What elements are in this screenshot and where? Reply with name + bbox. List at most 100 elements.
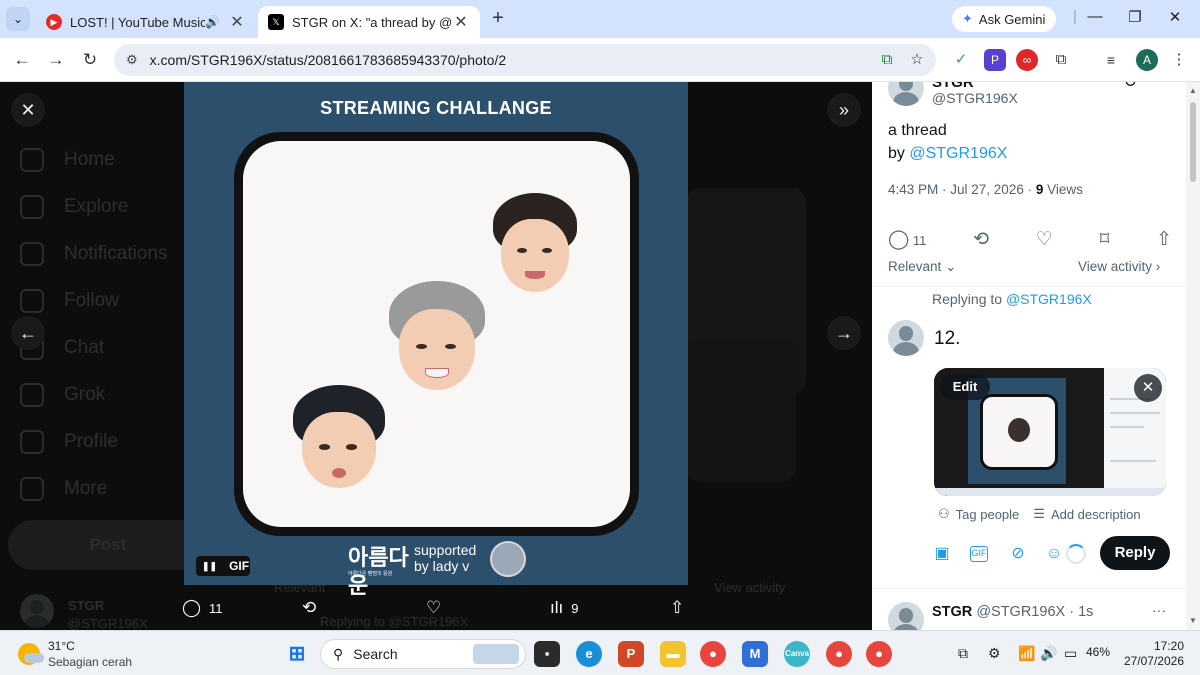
ask-gemini-button[interactable]: ✦ Ask Gemini — [952, 6, 1056, 32]
person-icon: ⚇ — [938, 506, 950, 521]
reply-author-avatar[interactable] — [888, 602, 924, 630]
viewer-repost-button[interactable]: ⟲ — [302, 598, 324, 618]
tray-settings-icon[interactable]: ⚙ — [988, 645, 1001, 662]
app-m-icon[interactable]: M — [742, 641, 768, 667]
canva-icon[interactable]: Canva — [784, 641, 810, 667]
heart-icon[interactable]: ♡ — [1036, 228, 1053, 251]
image-icon[interactable]: ▣ — [932, 544, 952, 564]
tray-app-icon[interactable]: ⧉ — [958, 645, 968, 662]
supported-by-text: supported by lady v — [414, 542, 477, 574]
reload-icon[interactable]: ↻ — [78, 48, 102, 72]
add-description-button[interactable]: Add description — [1051, 507, 1141, 522]
reply-composer-text[interactable]: 12. — [934, 328, 960, 350]
close-viewer-icon[interactable]: ✕ — [11, 93, 45, 127]
tab-x-thread[interactable]: 𝕏 STGR on X: "a thread by @STGR ✕ — [258, 6, 480, 38]
speaker-icon[interactable]: 🔊 — [205, 15, 220, 29]
edit-image-button[interactable]: Edit — [940, 374, 990, 400]
reply-author-handle[interactable]: @STGR196X — [976, 604, 1065, 620]
gif-badge[interactable]: ❚❚ GIF — [196, 556, 250, 576]
emoji-icon[interactable]: ☺ — [1044, 544, 1064, 564]
extension-p-icon[interactable]: P — [984, 49, 1006, 71]
viewer-share-button[interactable]: ⇧ — [670, 598, 692, 618]
share-icon[interactable]: ⇧ — [1156, 228, 1172, 251]
previous-photo-icon[interactable]: ← — [11, 316, 45, 350]
windows-start-icon[interactable]: ⊞ — [284, 641, 310, 667]
viewer-like-button[interactable]: ♡ — [426, 598, 449, 618]
weather-desc[interactable]: Sebagian cerah — [48, 655, 132, 669]
site-settings-icon[interactable]: ⚙ — [126, 52, 138, 68]
wifi-icon[interactable]: 📶 — [1018, 645, 1035, 662]
tab-youtube-music[interactable]: ▶ LOST! | YouTube Music 🔊 ✕ — [36, 6, 256, 38]
scroll-up-icon[interactable]: ▲ — [1189, 86, 1197, 95]
character-count-ring — [1066, 544, 1086, 564]
pause-icon[interactable]: ❚❚ — [202, 561, 217, 572]
close-tab-icon[interactable]: ✕ — [452, 12, 470, 32]
powerpoint-icon[interactable]: P — [618, 641, 644, 667]
volume-icon[interactable]: 🔊 — [1040, 645, 1057, 662]
reply-time[interactable]: · 1s — [1069, 604, 1093, 620]
post-image[interactable]: STREAMING CHALLANGE ❚❚ GIF 아름다운 아름다운 팬덤의… — [184, 82, 688, 598]
x-logo-icon: 𝕏 — [268, 14, 284, 30]
install-app-icon[interactable]: ⧉ — [876, 50, 898, 70]
bookmark-icon[interactable]: ⌑ — [1100, 228, 1110, 251]
viewer-views-button[interactable]: ılı 9 — [550, 598, 578, 618]
close-window-icon[interactable]: ✕ — [1160, 8, 1190, 30]
restore-icon[interactable]: ❐ — [1120, 8, 1150, 30]
bookmark-star-icon[interactable]: ☆ — [906, 50, 928, 70]
scrollbar-thumb[interactable] — [1190, 102, 1196, 182]
mention-link[interactable]: @STGR196X — [909, 145, 1007, 162]
author-handle[interactable]: @STGR196X — [932, 90, 1018, 106]
browser-menu-icon[interactable]: ⋮ — [1168, 49, 1190, 71]
weather-temp[interactable]: 31°C — [48, 639, 75, 653]
my-avatar[interactable] — [888, 320, 924, 356]
reading-list-icon[interactable]: ≡ — [1100, 49, 1122, 71]
back-icon[interactable]: ← — [10, 48, 34, 72]
attached-image[interactable]: Edit ✕ — [934, 368, 1166, 496]
chrome-icon[interactable]: ● — [700, 641, 726, 667]
close-tab-icon[interactable]: ✕ — [228, 12, 246, 32]
tab-search-chevron-icon[interactable]: ⌄ — [6, 7, 30, 31]
author-avatar[interactable] — [888, 82, 924, 106]
extensions-puzzle-icon[interactable]: ⧉ — [1050, 49, 1072, 71]
forward-icon[interactable]: → — [44, 48, 68, 72]
scroll-down-icon[interactable]: ▼ — [1189, 616, 1197, 625]
reply-button[interactable]: Reply — [1100, 536, 1170, 570]
new-tab-button[interactable]: + — [487, 8, 509, 30]
battery-percent[interactable]: 46% — [1086, 645, 1110, 659]
extension-infinity-icon[interactable]: ∞ — [1016, 49, 1038, 71]
profile-avatar[interactable]: A — [1136, 49, 1158, 71]
minimize-icon[interactable]: — — [1080, 8, 1110, 30]
repost-icon[interactable]: ⟲ — [973, 228, 989, 251]
next-photo-icon[interactable]: → — [827, 316, 861, 350]
check-extension-icon[interactable]: ✓ — [950, 49, 972, 71]
edge-icon[interactable]: e — [576, 641, 602, 667]
post-timestamp[interactable]: 4:43 PM · Jul 27, 2026 · — [888, 182, 1036, 197]
taskbar-search[interactable]: ⚲ Search — [320, 639, 526, 669]
reply-button[interactable]: ◯ 11 — [888, 228, 926, 251]
page-scrollbar[interactable]: ▲ ▼ — [1186, 82, 1200, 630]
tag-people-button[interactable]: Tag people — [956, 507, 1020, 522]
grok-icon[interactable]: ↺ — [1124, 82, 1137, 92]
search-placeholder: Search — [353, 646, 398, 662]
view-activity-link[interactable]: View activity › — [1078, 259, 1160, 274]
replying-to-handle[interactable]: @STGR196X — [1006, 291, 1092, 307]
url-text[interactable]: x.com/STGR196X/status/208166178368594337… — [150, 52, 876, 68]
divider — [872, 588, 1186, 589]
partly-sunny-icon[interactable] — [18, 643, 44, 665]
more-options-icon[interactable]: ··· — [1152, 602, 1166, 618]
viewer-reply-button[interactable]: ◯ 11 — [182, 598, 223, 618]
task-view-icon[interactable]: ▪ — [534, 641, 560, 667]
chrome-alt-icon[interactable]: ● — [866, 641, 892, 667]
gif-icon[interactable]: GIF — [970, 546, 988, 562]
system-clock[interactable]: 17:20 27/07/2026 — [1118, 639, 1184, 669]
reply-author-name[interactable]: STGR — [932, 604, 972, 620]
address-bar[interactable]: ⚙ x.com/STGR196X/status/2081661783685943… — [114, 44, 936, 76]
grok-compose-icon[interactable]: ⊘ — [1008, 544, 1028, 564]
battery-icon[interactable]: ▭ — [1064, 645, 1077, 662]
collapse-panel-icon[interactable]: » — [827, 93, 861, 127]
sort-relevant-dropdown[interactable]: Relevant ⌄ — [888, 259, 956, 275]
file-explorer-icon[interactable]: ▬ — [660, 641, 686, 667]
chrome-profile-icon[interactable]: ● — [826, 641, 852, 667]
views-label: Views — [1043, 182, 1083, 197]
remove-image-icon[interactable]: ✕ — [1134, 374, 1162, 402]
